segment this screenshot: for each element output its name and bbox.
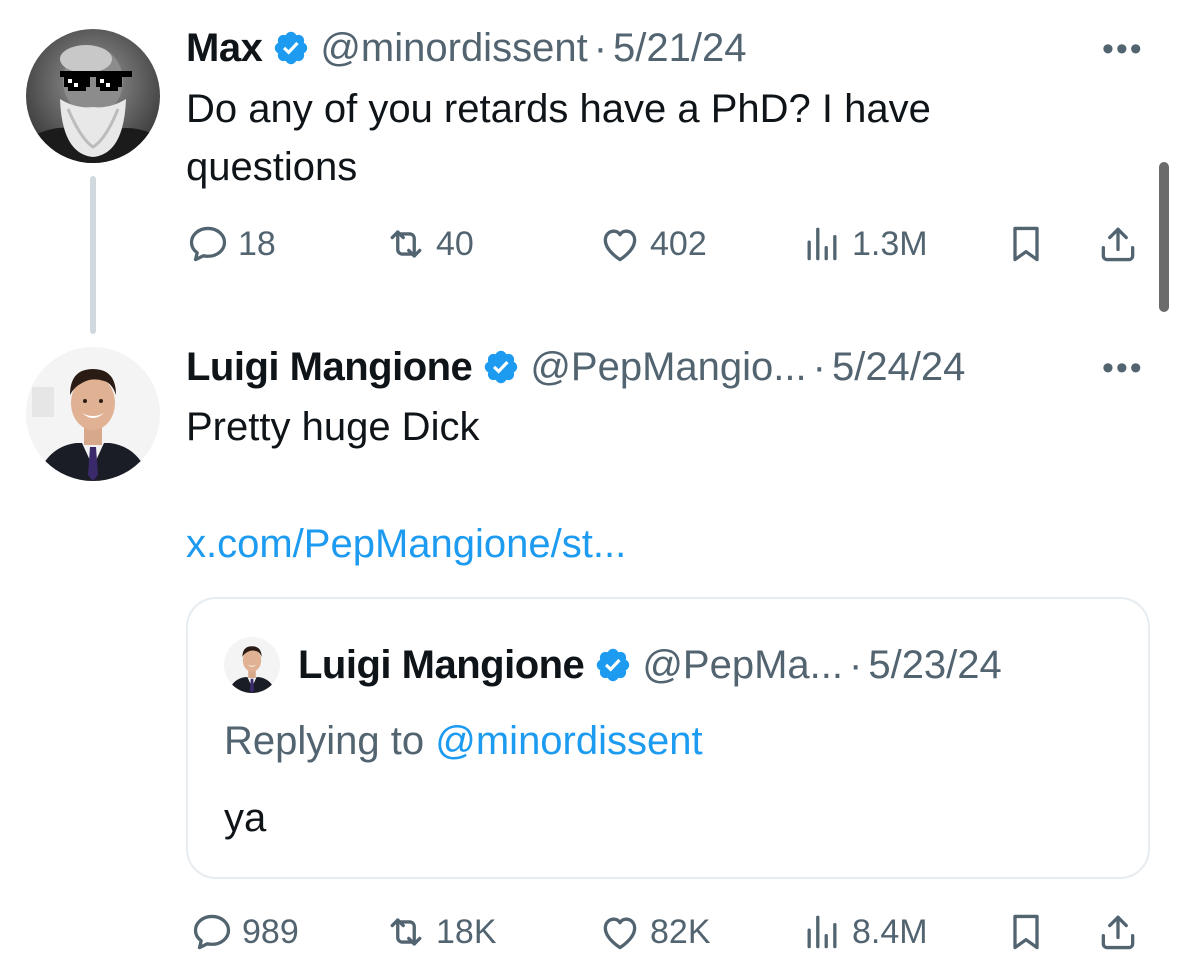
repost-button[interactable]: 18K [384, 904, 497, 960]
reply-button[interactable]: 989 [190, 904, 299, 960]
bookmark-button[interactable] [1004, 904, 1056, 960]
avatar-luigi-image [26, 347, 160, 481]
avatar-max-image [26, 29, 160, 163]
replying-handle-link[interactable]: @minordissent [435, 719, 702, 763]
bookmark-button[interactable] [1004, 216, 1056, 272]
repost-button[interactable]: 40 [384, 216, 474, 272]
separator-dot: · [593, 26, 608, 70]
quoted-date[interactable]: 5/23/24 [868, 641, 1001, 689]
bookmark-icon [1004, 222, 1048, 266]
repost-icon [384, 222, 428, 266]
verified-badge-icon[interactable] [272, 29, 310, 67]
like-icon [598, 222, 642, 266]
scrollbar-thumb[interactable] [1159, 162, 1169, 312]
reply-icon [186, 222, 230, 266]
quoted-tweet-text: ya [224, 796, 267, 840]
views-button[interactable]: 1.3M [800, 216, 928, 272]
avatar-max[interactable] [26, 29, 160, 163]
reply-count: 989 [242, 912, 299, 951]
views-icon [800, 222, 844, 266]
tweet-link[interactable]: x.com/PepMangione/st... [186, 520, 626, 568]
display-name[interactable]: Max [186, 24, 263, 72]
replying-to: Replying to @minordissent [224, 717, 703, 765]
bookmark-icon [1004, 910, 1048, 954]
separator-dot: · [812, 345, 826, 389]
reply-icon [190, 910, 234, 954]
more-icon[interactable]: ••• [1102, 30, 1144, 69]
thread-connector-line [90, 176, 96, 334]
tweet-actions: 18 40 402 1.3M [186, 216, 1146, 272]
more-icon[interactable]: ••• [1102, 349, 1144, 388]
handle[interactable]: @PepMangio... [530, 343, 806, 391]
views-count: 8.4M [852, 912, 928, 951]
like-button[interactable]: 402 [598, 216, 707, 272]
tweet-header: Luigi Mangione @PepMangio... · 5/24/24 [186, 343, 965, 391]
reply-button[interactable]: 18 [186, 216, 276, 272]
quoted-handle[interactable]: @PepMa... [642, 641, 843, 689]
views-icon [800, 910, 844, 954]
share-icon [1096, 222, 1140, 266]
quoted-avatar-image [224, 637, 280, 693]
views-button[interactable]: 8.4M [800, 904, 928, 960]
like-button[interactable]: 82K [598, 904, 711, 960]
repost-icon [384, 910, 428, 954]
quoted-header: Luigi Mangione @PepMa... · 5/23/24 [298, 641, 1002, 689]
like-icon [598, 910, 642, 954]
verified-badge-icon[interactable] [594, 646, 632, 684]
like-count: 82K [650, 912, 711, 951]
repost-count: 18K [436, 912, 497, 951]
share-button[interactable] [1096, 904, 1148, 960]
separator-dot: · [849, 643, 863, 687]
tweet-header: Max @minordissent · 5/21/24 [186, 24, 746, 72]
repost-count: 40 [436, 224, 474, 263]
quoted-tweet-card[interactable]: Luigi Mangione @PepMa... · 5/23/24 Reply… [186, 597, 1150, 879]
display-name[interactable]: Luigi Mangione [186, 343, 473, 391]
tweet-actions: 989 18K 82K 8.4M [186, 904, 1146, 960]
quoted-avatar[interactable] [224, 637, 280, 693]
share-button[interactable] [1096, 216, 1148, 272]
verified-badge-icon[interactable] [482, 348, 520, 386]
tweet-text: Pretty huge Dick [186, 405, 480, 449]
replying-prefix: Replying to [224, 719, 425, 763]
like-count: 402 [650, 224, 707, 263]
avatar-luigi[interactable] [26, 347, 160, 481]
tweet-date[interactable]: 5/24/24 [832, 343, 965, 391]
handle[interactable]: @minordissent [320, 24, 587, 72]
views-count: 1.3M [852, 224, 928, 263]
quoted-display-name[interactable]: Luigi Mangione [298, 641, 585, 689]
tweet-text: Do any of you retards have a PhD? I have… [186, 87, 931, 189]
tweet-date[interactable]: 5/21/24 [613, 24, 746, 72]
share-icon [1096, 910, 1140, 954]
reply-count: 18 [238, 224, 276, 263]
